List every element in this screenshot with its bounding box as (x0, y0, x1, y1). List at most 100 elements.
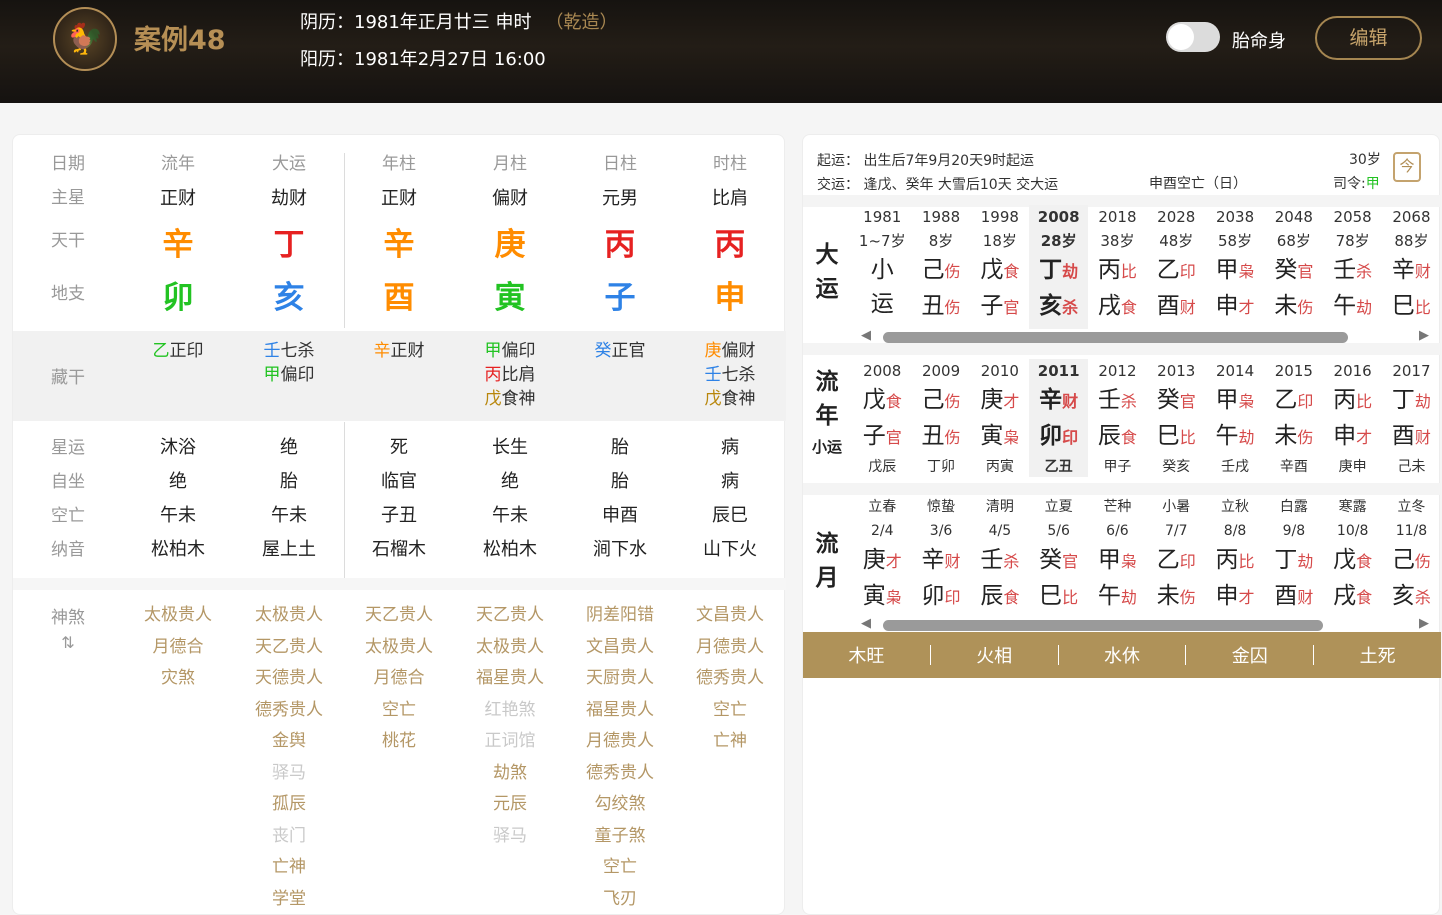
horizontal-scrollbar[interactable]: ◀ ▶ (861, 614, 1431, 632)
shensha-item[interactable]: 红艳煞 (455, 695, 565, 727)
liunian-column[interactable]: 2014 甲枭 午劫 壬戌 (1206, 359, 1265, 477)
shensha-item[interactable]: 空亡 (344, 695, 454, 727)
shensha-item[interactable]: 空亡 (565, 852, 675, 884)
shensha-item[interactable]: 金舆 (234, 726, 344, 758)
shensha-item[interactable]: 学堂 (234, 884, 344, 915)
liunian-column[interactable]: 2012 壬杀 辰食 甲子 (1088, 359, 1147, 477)
liuyue-column[interactable]: 立冬 11/8 己伤 亥杀 (1382, 495, 1441, 619)
scroll-thumb[interactable] (883, 620, 1323, 631)
shensha-item[interactable]: 勾绞煞 (565, 789, 675, 821)
liunian-column[interactable]: 2011 辛财 卯印 乙丑 (1029, 359, 1088, 477)
dayun-column[interactable]: 1981 1~7岁小运 (853, 205, 912, 329)
shensha-item[interactable]: 元辰 (455, 789, 565, 821)
shensha-item[interactable]: 亡神 (234, 852, 344, 884)
dayun-column[interactable]: 2018 38岁 丙比 戌食 (1088, 205, 1147, 329)
shensha-item[interactable]: 亡神 (675, 726, 785, 758)
liunian-column[interactable]: 2008 戊食 子官 戊辰 (853, 359, 912, 477)
scroll-right-arrow[interactable]: ▶ (1419, 616, 1429, 631)
shensha-item[interactable]: 天乙贵人 (234, 632, 344, 664)
dayun-column[interactable]: 2058 78岁 壬杀 午劫 (1323, 205, 1382, 329)
liunian-zhi-shishen: 枭 (1003, 428, 1020, 447)
dayun-column[interactable]: 2068 88岁 辛财 巳比 (1382, 205, 1441, 329)
shensha-item[interactable]: 文昌贵人 (675, 600, 785, 632)
canggan-shishen: 正印 (169, 341, 204, 361)
shensha-item[interactable]: 空亡 (675, 695, 785, 727)
liunian-column[interactable]: 2016 丙比 申才 庚申 (1323, 359, 1382, 477)
shensha-item[interactable]: 文昌贵人 (565, 632, 675, 664)
liuyue-column[interactable]: 小暑 7/7 乙印 未伤 (1147, 495, 1206, 619)
shensha-item[interactable]: 阴差阳错 (565, 600, 675, 632)
liuyue-column[interactable]: 白露 9/8 丁劫 酉财 (1265, 495, 1324, 619)
dayun-gan-char: 甲 (1215, 257, 1239, 283)
shensha-item[interactable]: 劫煞 (455, 758, 565, 790)
liuyue-zhi-shishen: 比 (1062, 588, 1079, 607)
shensha-item[interactable]: 驿马 (234, 758, 344, 790)
shensha-item[interactable]: 桃花 (344, 726, 454, 758)
shensha-item[interactable]: 孤辰 (234, 789, 344, 821)
dayun-year: 1998 (980, 208, 1019, 226)
scroll-thumb[interactable] (883, 332, 1348, 343)
shensha-item[interactable]: 德秀贵人 (565, 758, 675, 790)
shensha-item[interactable]: 童子煞 (565, 821, 675, 853)
liuyue-gan-char: 戊 (1333, 547, 1357, 573)
shensha-item[interactable]: 天乙贵人 (344, 600, 454, 632)
shensha-item[interactable]: 太极贵人 (123, 600, 233, 632)
section-separator (803, 483, 1441, 495)
liuyue-column[interactable]: 立夏 5/6 癸官 巳比 (1029, 495, 1088, 619)
dayun-column[interactable]: 1998 18岁 戊食 子官 (971, 205, 1030, 329)
liuyue-column[interactable]: 立春 2/4 庚才 寅枭 (853, 495, 912, 619)
swap-icon[interactable]: ⇅ (28, 633, 108, 652)
liuyue-column[interactable]: 立秋 8/8 丙比 申才 (1206, 495, 1265, 619)
shensha-item[interactable]: 月德合 (344, 663, 454, 695)
liunian-column[interactable]: 2013 癸官 巳比 癸亥 (1147, 359, 1206, 477)
shensha-item[interactable]: 福星贵人 (455, 663, 565, 695)
liuyue-column[interactable]: 芒种 6/6 甲枭 午劫 (1088, 495, 1147, 619)
dayun-column[interactable]: 2028 48岁 乙印 酉财 (1147, 205, 1206, 329)
liuyue-zhi-shishen: 财 (1297, 588, 1314, 607)
liuyue-column[interactable]: 清明 4/5 壬杀 辰食 (971, 495, 1030, 619)
liunian-column[interactable]: 2017 丁劫 酉财 己未 (1382, 359, 1441, 477)
shensha-item[interactable]: 月德贵人 (565, 726, 675, 758)
shensha-item[interactable]: 正词馆 (455, 726, 565, 758)
horizontal-scrollbar[interactable]: ◀ ▶ (861, 326, 1431, 344)
dayun-column[interactable]: 1988 8岁 己伤 丑伤 (912, 205, 971, 329)
toggle-knob[interactable] (1168, 24, 1194, 50)
dizhi-char: 亥 (273, 280, 305, 316)
taimingshen-toggle[interactable] (1166, 22, 1220, 52)
shensha-item[interactable]: 灾煞 (123, 663, 233, 695)
shensha-item[interactable]: 月德贵人 (675, 632, 785, 664)
liunian-column[interactable]: 2015 乙印 未伤 辛酉 (1265, 359, 1324, 477)
dayun-column[interactable]: 2038 58岁 甲枭 申才 (1206, 205, 1265, 329)
liunian-column[interactable]: 2009 己伤 丑伤 丁卯 (912, 359, 971, 477)
shensha-item[interactable]: 月德合 (123, 632, 233, 664)
shensha-item[interactable]: 驿马 (455, 821, 565, 853)
dayun-column[interactable]: 2048 68岁 癸官 未伤 (1265, 205, 1324, 329)
shensha-item[interactable]: 飞刃 (565, 884, 675, 915)
dayun-column[interactable]: 2008 28岁 丁劫 亥杀 (1029, 205, 1088, 329)
xiaoyun-value: 丁卯 (927, 459, 956, 475)
shensha-item[interactable]: 丧门 (234, 821, 344, 853)
scroll-left-arrow[interactable]: ◀ (861, 616, 871, 631)
liunian-year: 2017 (1392, 362, 1431, 380)
row-label-nayin: 纳音 (51, 540, 85, 560)
liuyue-zhi-shishen: 食 (1356, 588, 1373, 607)
shensha-item[interactable]: 天厨贵人 (565, 663, 675, 695)
edit-button[interactable]: 编辑 (1315, 16, 1422, 60)
shensha-item[interactable]: 天乙贵人 (455, 600, 565, 632)
shensha-item[interactable]: 太极贵人 (455, 632, 565, 664)
liuyue-zhi: 辰食 (971, 579, 1030, 615)
shensha-item[interactable]: 德秀贵人 (675, 663, 785, 695)
shensha-item[interactable]: 太极贵人 (344, 632, 454, 664)
shensha-item[interactable]: 德秀贵人 (234, 695, 344, 727)
shensha-item[interactable]: 福星贵人 (565, 695, 675, 727)
liuyue-column[interactable]: 惊蛰 3/6 辛财 卯印 (912, 495, 971, 619)
scroll-left-arrow[interactable]: ◀ (861, 328, 871, 343)
shensha-item[interactable]: 太极贵人 (234, 600, 344, 632)
dayun-gan: 丙比 (1088, 253, 1147, 289)
liuyue-column[interactable]: 寒露 10/8 戊食 戌食 (1323, 495, 1382, 619)
scroll-right-arrow[interactable]: ▶ (1419, 328, 1429, 343)
dayun-gan-shishen: 劫 (1062, 262, 1079, 281)
liunian-column[interactable]: 2010 庚才 寅枭 丙寅 (971, 359, 1030, 477)
calendar-icon[interactable]: 今 (1393, 152, 1421, 182)
shensha-item[interactable]: 天德贵人 (234, 663, 344, 695)
